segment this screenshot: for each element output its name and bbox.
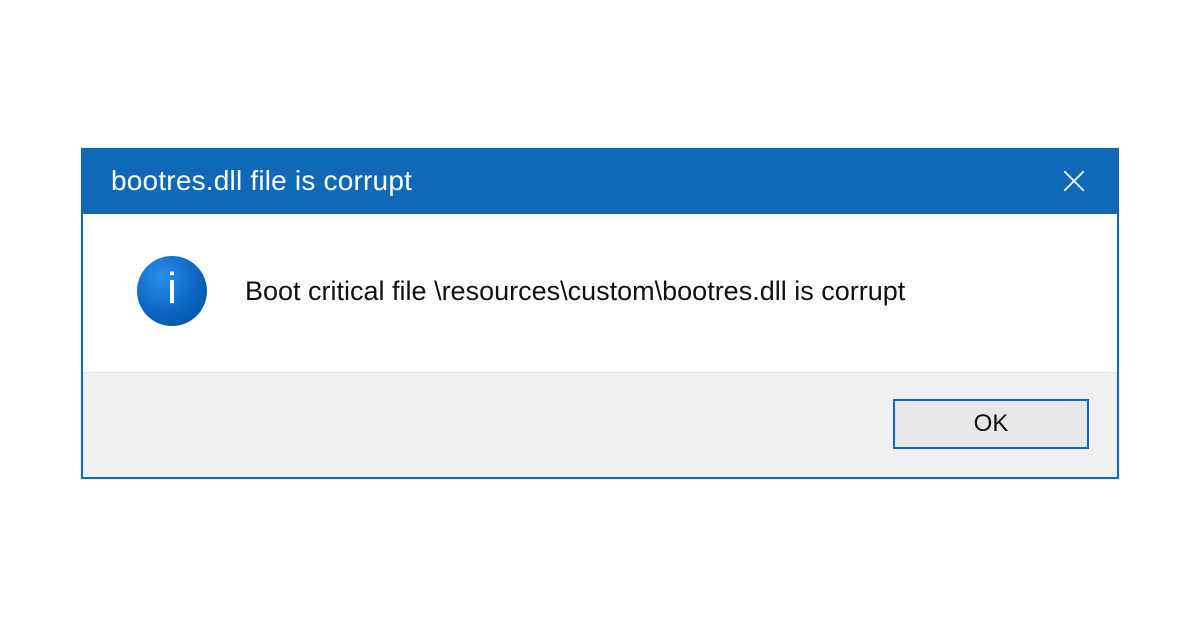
dialog-title: bootres.dll file is corrupt [111, 165, 412, 197]
close-icon [1061, 168, 1087, 194]
dialog-message: Boot critical file \resources\custom\boo… [245, 276, 905, 307]
info-glyph: i [167, 267, 177, 311]
titlebar: bootres.dll file is corrupt [83, 150, 1117, 214]
ok-button[interactable]: OK [893, 399, 1089, 449]
button-bar: OK [83, 372, 1117, 477]
info-icon: i [137, 256, 207, 326]
error-dialog: bootres.dll file is corrupt i Boot criti… [81, 148, 1119, 479]
dialog-content: i Boot critical file \resources\custom\b… [83, 214, 1117, 372]
close-button[interactable] [1051, 158, 1097, 204]
